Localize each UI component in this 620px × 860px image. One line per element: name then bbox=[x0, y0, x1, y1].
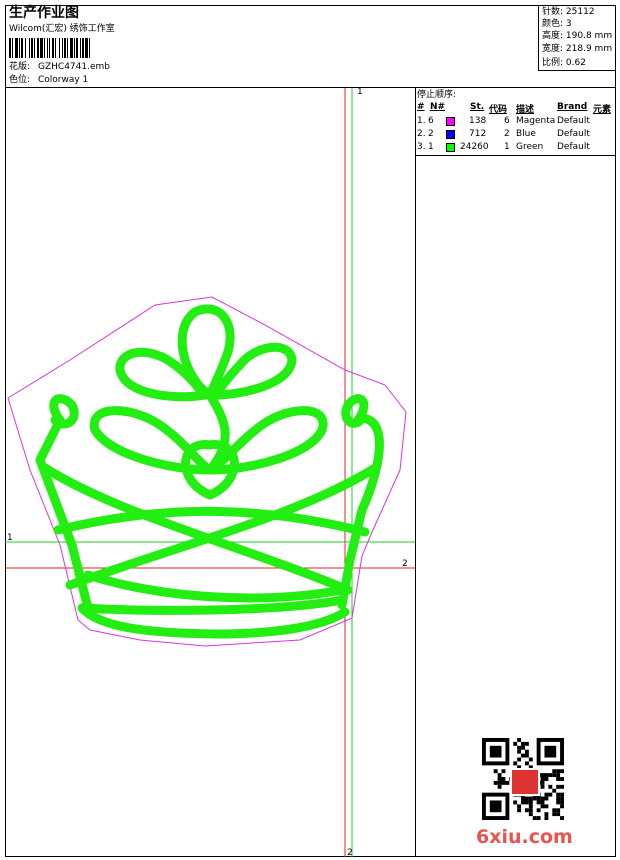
guide-label-v2: 2 bbox=[347, 848, 353, 858]
left-loop bbox=[89, 406, 215, 475]
right-side-band bbox=[337, 413, 384, 610]
seal-stamp-icon bbox=[510, 768, 540, 796]
watermark: 6xiu.com bbox=[476, 826, 573, 848]
guide-label-v1: 1 bbox=[357, 87, 363, 97]
design-canvas: 1 2 1 2 bbox=[5, 87, 415, 858]
base-band-top bbox=[83, 570, 347, 603]
center-stem bbox=[205, 390, 230, 475]
guide-label-h1: 1 bbox=[7, 533, 13, 543]
guide-label-h2: 2 bbox=[402, 559, 408, 569]
lattice-cross bbox=[53, 506, 370, 537]
base-band-middle bbox=[83, 595, 347, 615]
crown-stitches bbox=[35, 304, 384, 639]
